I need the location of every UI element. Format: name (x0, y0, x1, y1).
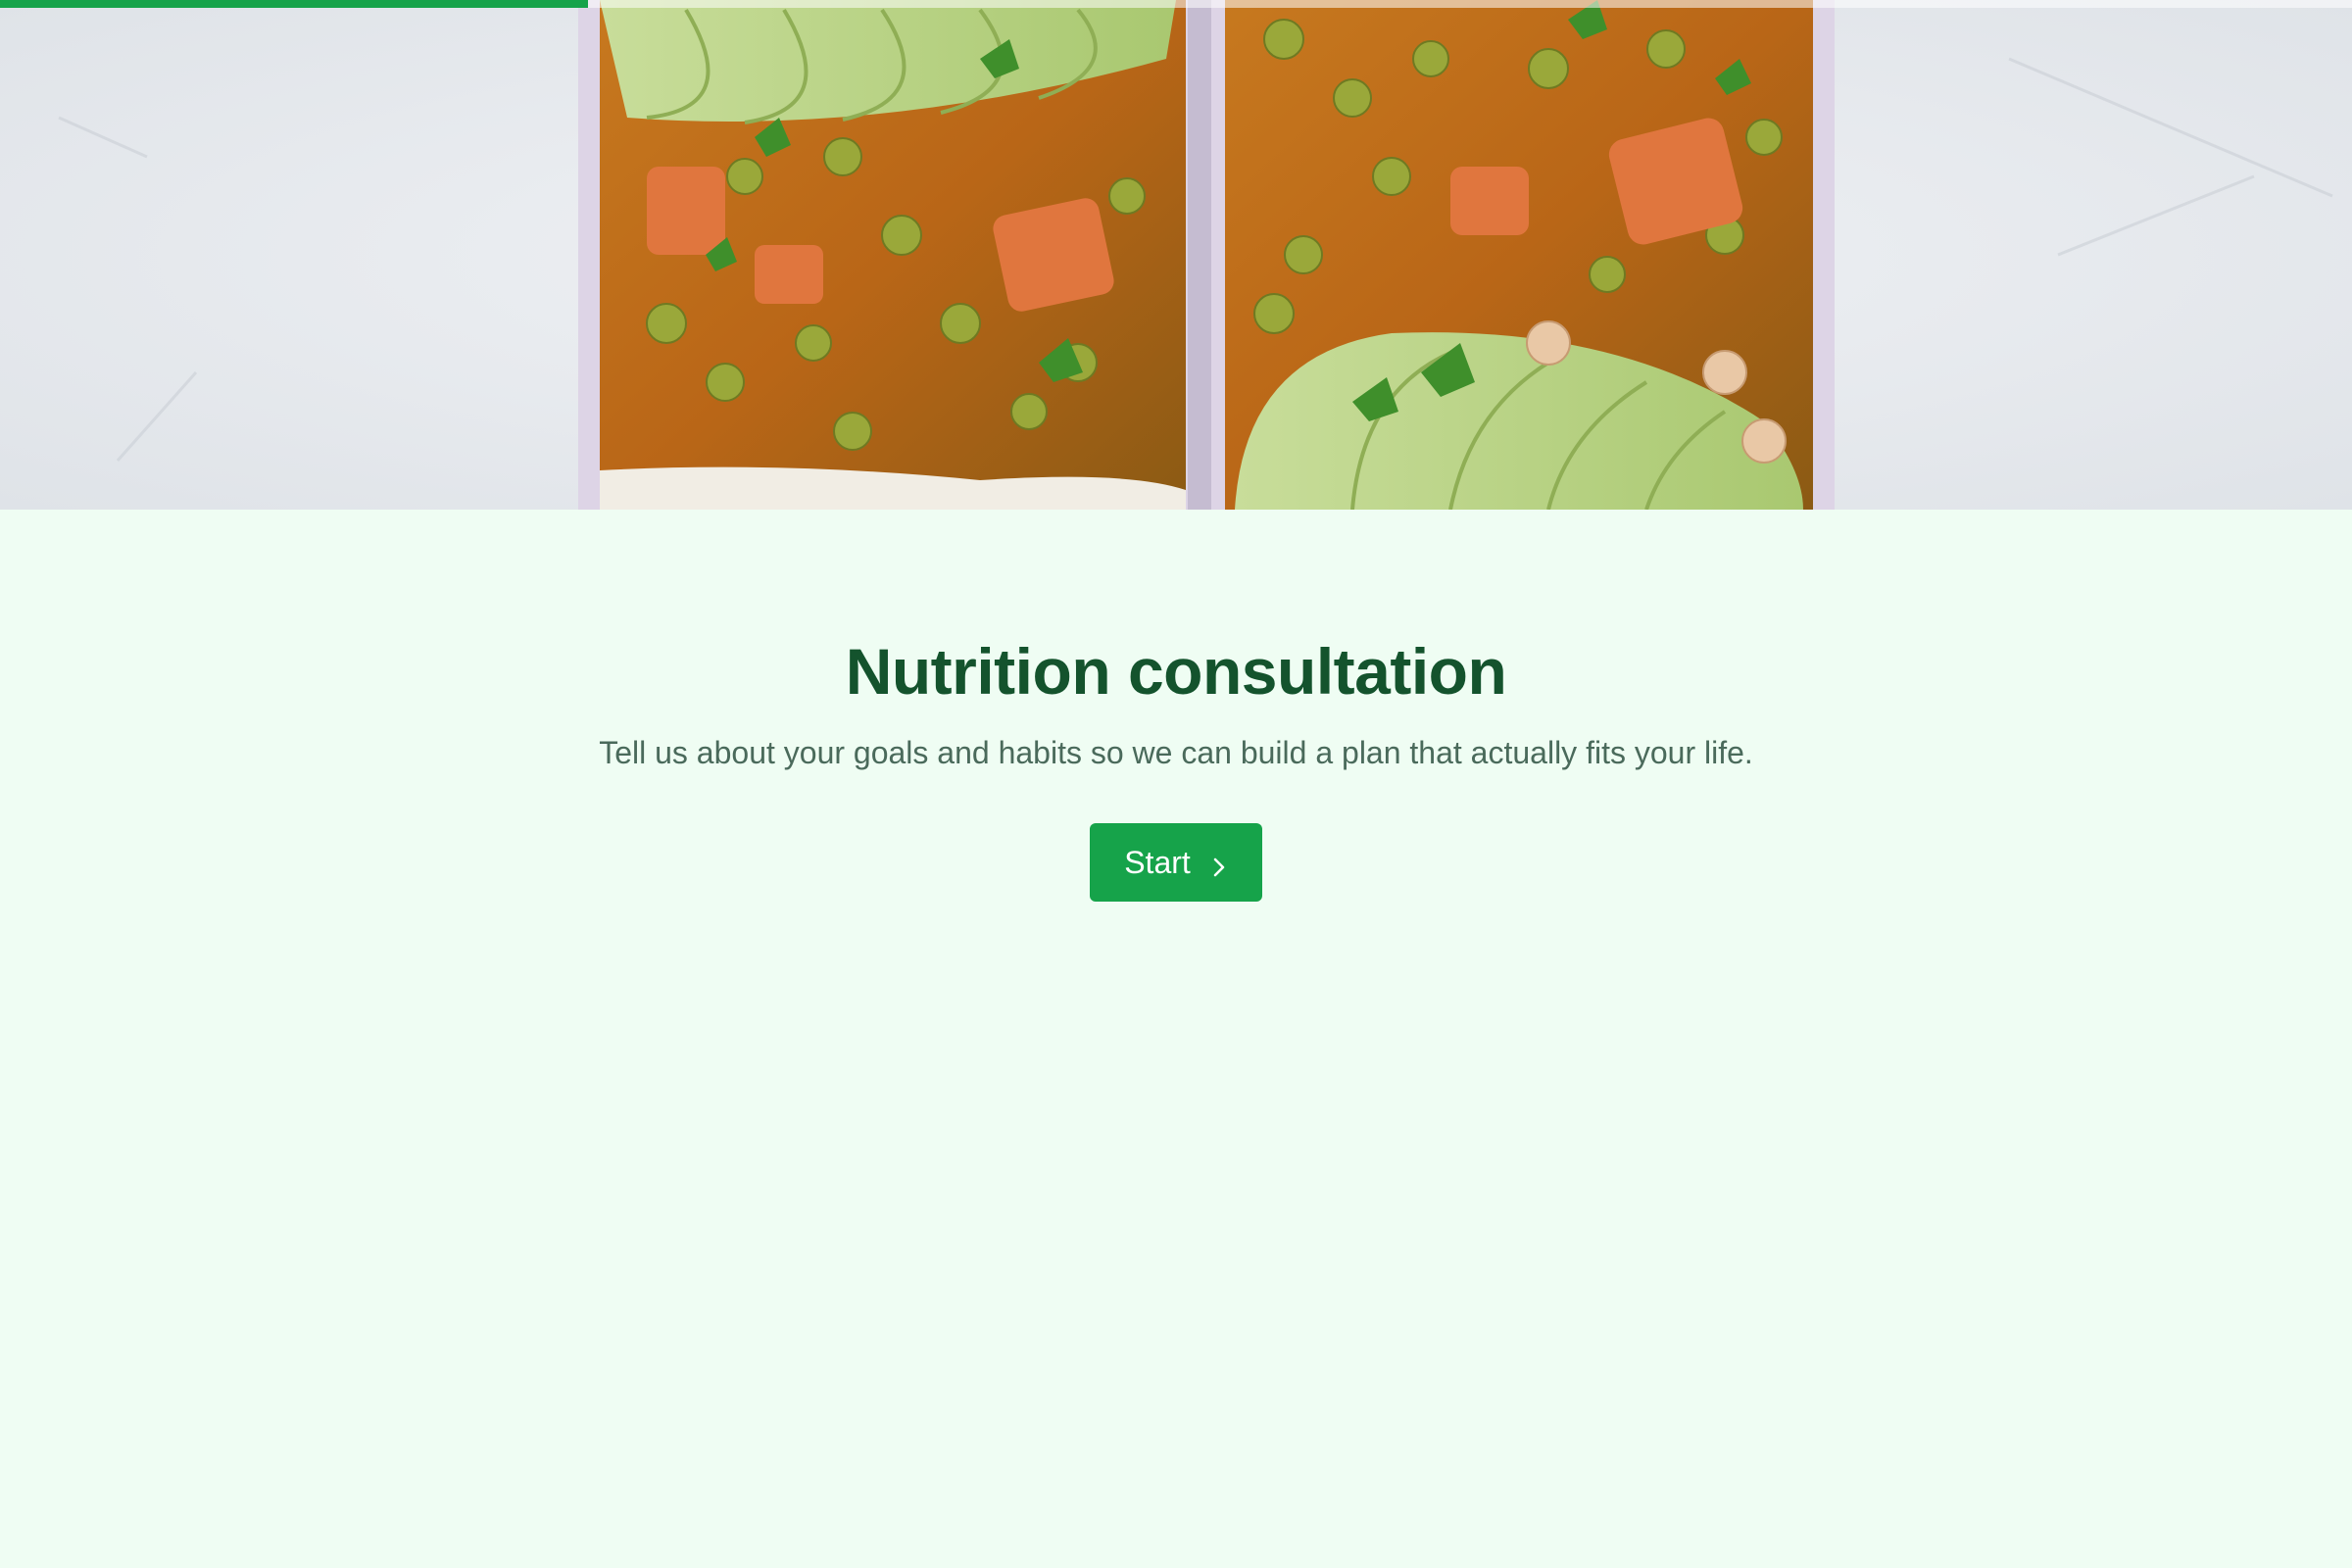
welcome-section: Nutrition consultation Tell us about you… (0, 510, 2352, 902)
hero-image (0, 0, 2352, 510)
start-button-label: Start (1124, 844, 1191, 880)
meal-prep-illustration (0, 0, 2352, 510)
progress-bar-fill (0, 0, 588, 8)
progress-bar (0, 0, 2352, 8)
page-subtitle: Tell us about your goals and habits so w… (599, 735, 1753, 770)
chevron-right-icon (1210, 851, 1228, 877)
page-title: Nutrition consultation (845, 635, 1507, 708)
page: Nutrition consultation Tell us about you… (0, 0, 2352, 1568)
start-button[interactable]: Start (1090, 823, 1262, 902)
